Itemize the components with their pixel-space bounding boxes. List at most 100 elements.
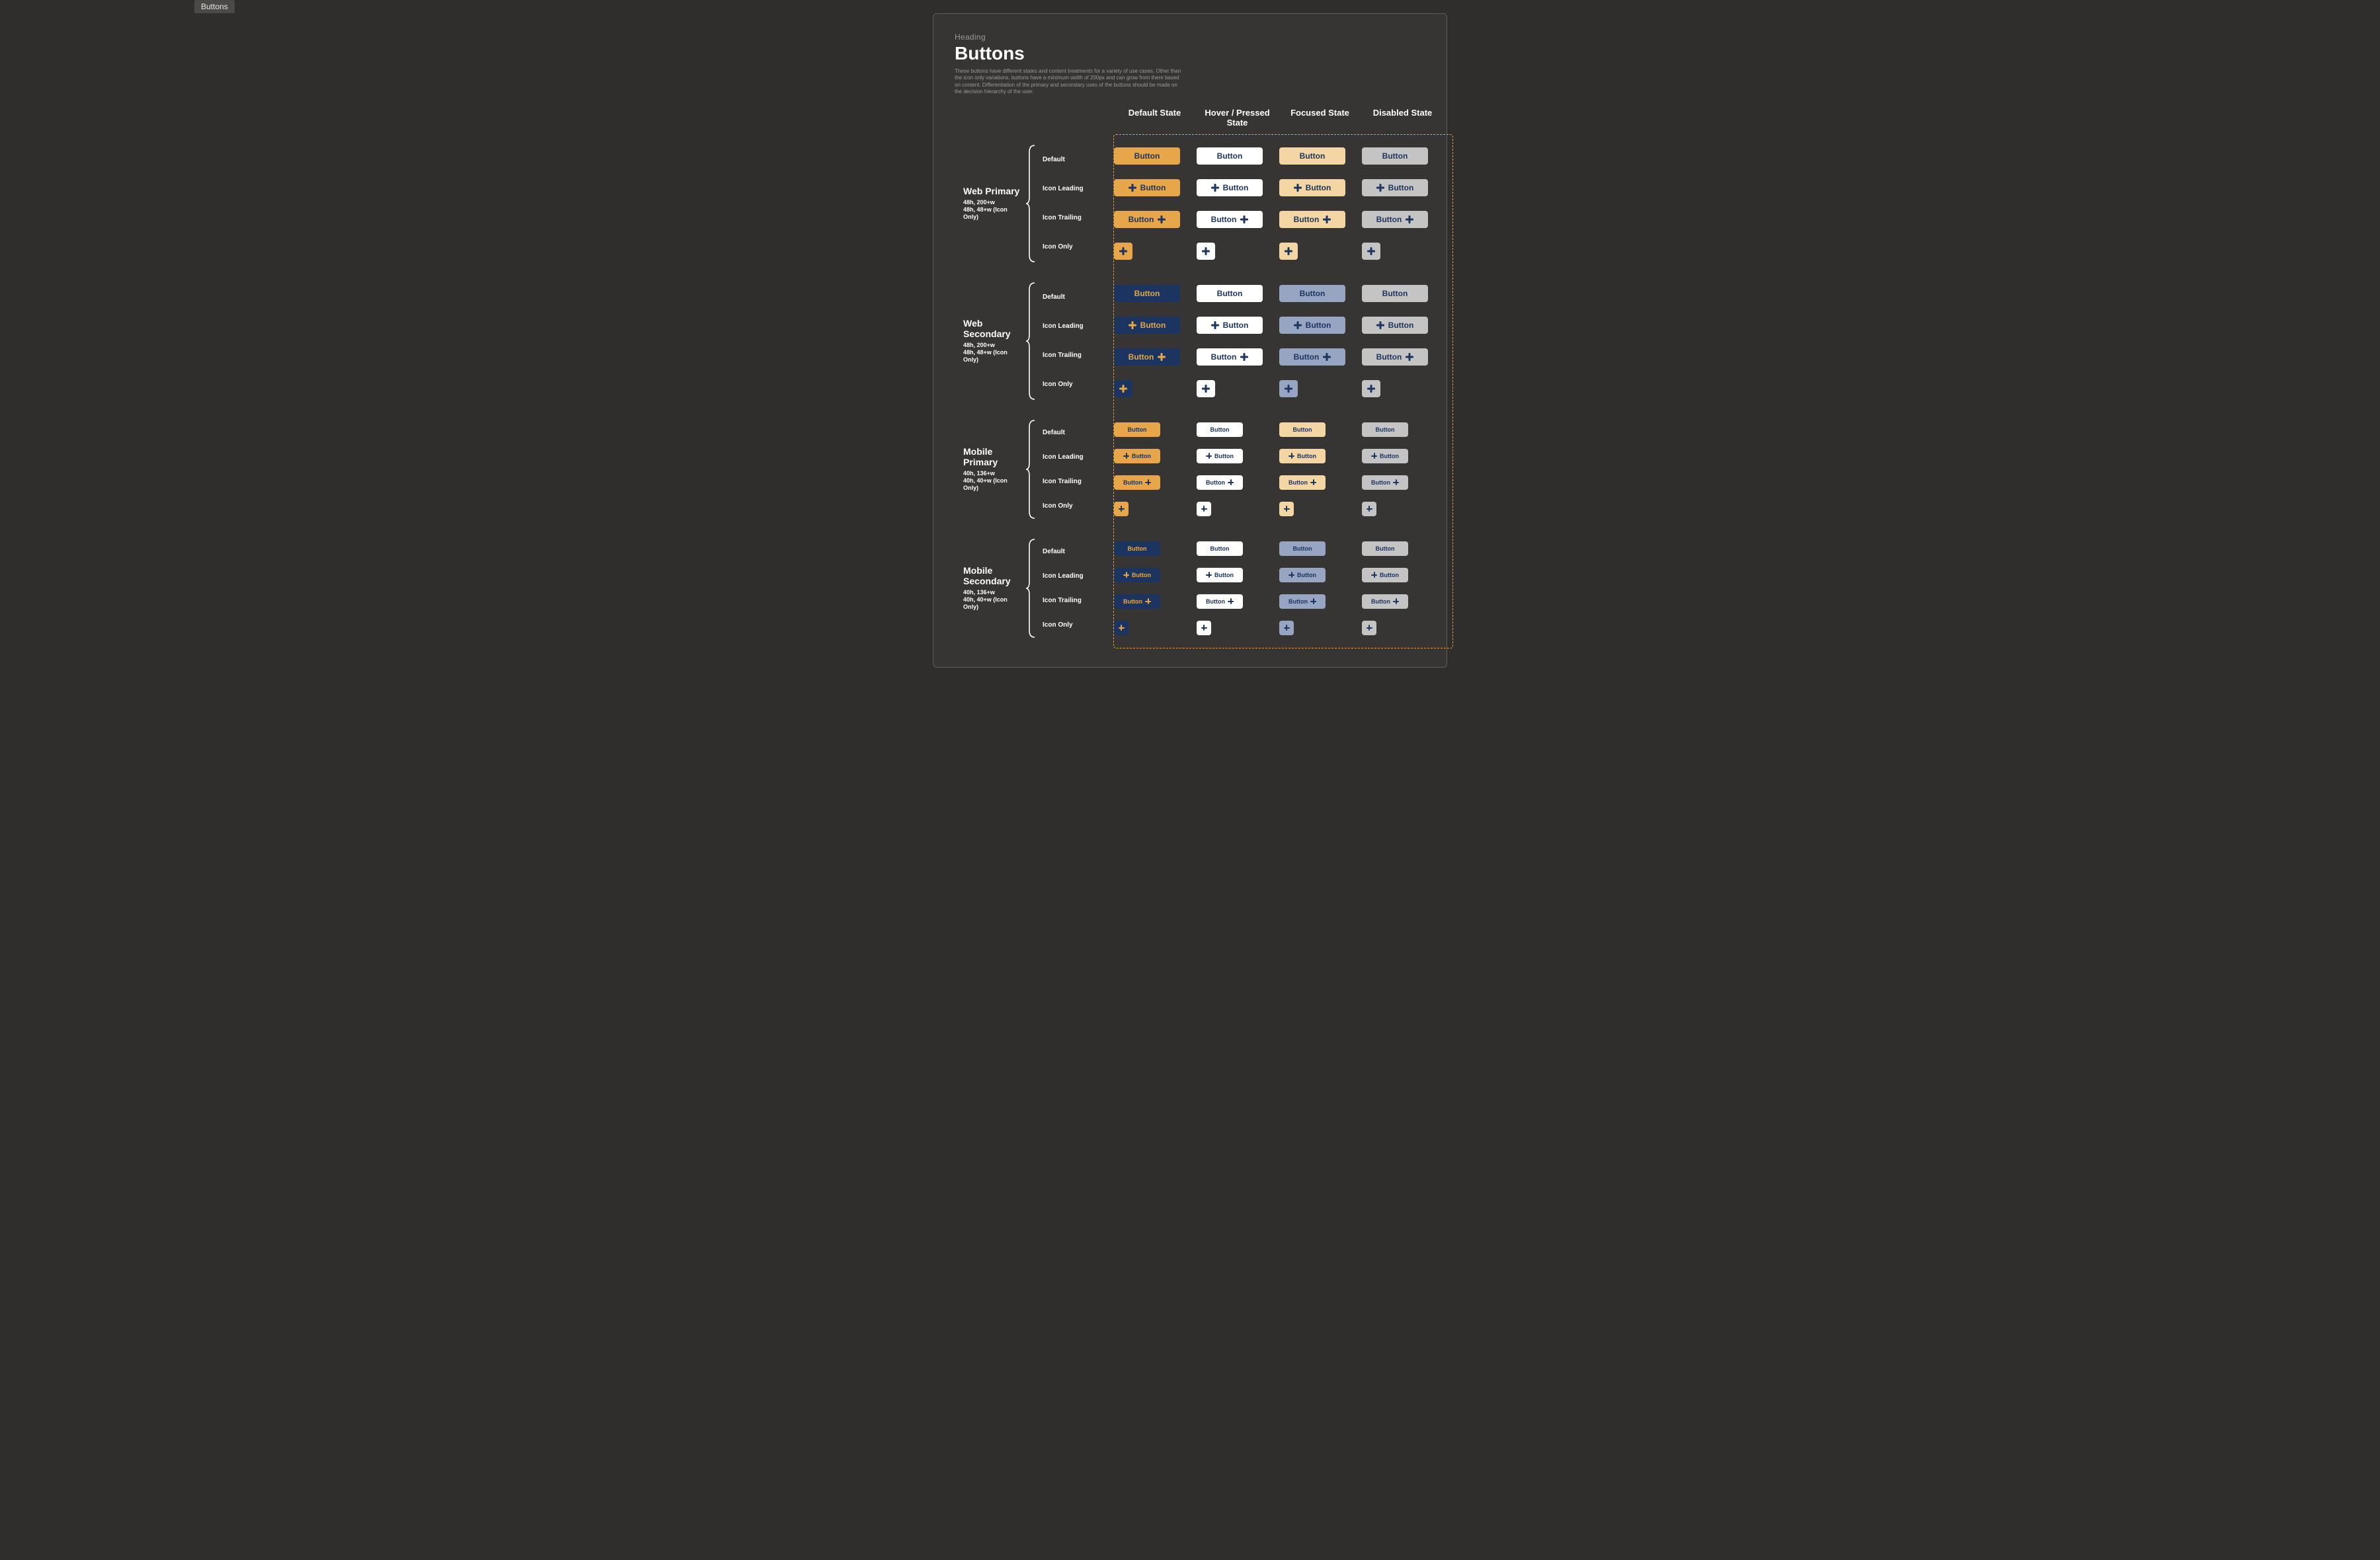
web-primary-icon-only-disabled-button[interactable] [1362, 243, 1380, 260]
web-primary-default-disabled-button[interactable]: Button [1362, 147, 1428, 165]
mobile-secondary-icon-trailing-hover-button[interactable]: Button [1197, 594, 1243, 609]
web-secondary-default-default-button[interactable]: Button [1114, 285, 1180, 302]
button-label: Button [1132, 453, 1151, 459]
web-primary-icon-only-default-button[interactable] [1114, 243, 1132, 260]
mobile-secondary-icon-trailing-disabled-button[interactable]: Button [1362, 594, 1408, 609]
mobile-secondary-default-hover-button[interactable]: Button [1197, 541, 1243, 556]
button-label: Button [1380, 453, 1399, 459]
plus-icon [1367, 247, 1375, 255]
plus-icon [1145, 479, 1151, 485]
mobile-secondary-icon-only-hover-button[interactable] [1197, 621, 1211, 635]
mobile-primary-icon-leading-focused-button[interactable]: Button [1279, 449, 1326, 463]
web-primary-icon-leading-focused-button[interactable]: Button [1279, 179, 1345, 196]
mobile-secondary-default-disabled-button[interactable]: Button [1362, 541, 1408, 556]
mobile-secondary-icon-only-disabled-button[interactable] [1362, 621, 1376, 635]
web-primary-default-hover-button[interactable]: Button [1197, 147, 1263, 165]
web-secondary-icon-trailing-disabled-button[interactable]: Button [1362, 348, 1428, 366]
section-label-web-secondary: Web Secondary 48h, 200+w48h, 48+w (Icon … [963, 282, 1043, 401]
mobile-secondary-icon-only-default-button[interactable] [1114, 621, 1129, 635]
web-secondary-default-disabled-button[interactable]: Button [1362, 285, 1428, 302]
button-label: Button [1294, 352, 1320, 362]
button-label: Button [1206, 479, 1225, 486]
section-mobile-primary: Mobile Primary 40h, 136+w40h, 40+w (Icon… [1122, 419, 1445, 520]
web-primary-default-default-button[interactable]: Button [1114, 147, 1180, 165]
web-primary-icon-only-focused-button[interactable] [1279, 243, 1298, 260]
mobile-secondary-icon-leading-focused-button[interactable]: Button [1279, 568, 1326, 582]
mobile-primary-icon-only-disabled-button[interactable] [1362, 502, 1376, 516]
web-primary-icon-trailing-hover-button[interactable]: Button [1197, 211, 1263, 228]
web-secondary-icon-leading-default-button[interactable]: Button [1114, 317, 1180, 334]
row-label-icon-only: Icon Only [1043, 381, 1110, 388]
mobile-primary-icon-trailing-focused-button[interactable]: Button [1279, 475, 1326, 490]
row-label-icon-trailing: Icon Trailing [1043, 597, 1110, 604]
web-primary-icon-trailing-disabled-button[interactable]: Button [1362, 211, 1428, 228]
button-label: Button [1223, 183, 1249, 192]
curly-bracket-icon [1025, 282, 1037, 401]
web-secondary-icon-only-default-button[interactable] [1114, 380, 1132, 397]
web-secondary-icon-leading-hover-button[interactable]: Button [1197, 317, 1263, 334]
plus-icon [1158, 353, 1166, 361]
mobile-primary-icon-trailing-disabled-button[interactable]: Button [1362, 475, 1408, 490]
web-secondary-icon-trailing-hover-button[interactable]: Button [1197, 348, 1263, 366]
mobile-primary-icon-only-hover-button[interactable] [1197, 502, 1211, 516]
button-label: Button [1210, 545, 1230, 552]
mobile-primary-default-focused-button[interactable]: Button [1279, 422, 1326, 437]
button-label: Button [1128, 426, 1147, 433]
mobile-secondary-icon-leading-default-button[interactable]: Button [1114, 568, 1160, 582]
plus-icon [1206, 572, 1212, 578]
mobile-secondary-default-default-button[interactable]: Button [1114, 541, 1160, 556]
mobile-secondary-icon-trailing-focused-button[interactable]: Button [1279, 594, 1326, 609]
button-label: Button [1210, 426, 1230, 433]
web-secondary-icon-trailing-default-button[interactable]: Button [1114, 348, 1180, 366]
mobile-secondary-icon-leading-hover-button[interactable]: Button [1197, 568, 1243, 582]
mobile-secondary-icon-trailing-default-button[interactable]: Button [1114, 594, 1160, 609]
mobile-primary-icon-leading-hover-button[interactable]: Button [1197, 449, 1243, 463]
mobile-primary-icon-only-focused-button[interactable] [1279, 502, 1294, 516]
plus-icon [1202, 385, 1210, 393]
button-label: Button [1123, 598, 1142, 605]
button-label: Button [1382, 151, 1408, 161]
web-secondary-icon-leading-focused-button[interactable]: Button [1279, 317, 1345, 334]
plus-icon [1289, 572, 1294, 578]
web-primary-icon-only-hover-button[interactable] [1197, 243, 1215, 260]
button-label: Button [1306, 183, 1331, 192]
mobile-primary-default-default-button[interactable]: Button [1114, 422, 1160, 437]
web-secondary-icon-trailing-focused-button[interactable]: Button [1279, 348, 1345, 366]
web-primary-icon-leading-hover-button[interactable]: Button [1197, 179, 1263, 196]
web-secondary-default-focused-button[interactable]: Button [1279, 285, 1345, 302]
mobile-primary-icon-trailing-default-button[interactable]: Button [1114, 475, 1160, 490]
plus-icon [1145, 598, 1151, 604]
web-primary-default-focused-button[interactable]: Button [1279, 147, 1345, 165]
web-secondary-icon-only-focused-button[interactable] [1279, 380, 1298, 397]
button-label: Button [1140, 321, 1166, 330]
web-primary-icon-trailing-default-button[interactable]: Button [1114, 211, 1180, 228]
mobile-primary-icon-only-default-button[interactable] [1114, 502, 1129, 516]
plus-icon [1323, 353, 1331, 361]
plus-icon [1376, 321, 1384, 329]
web-secondary-icon-only-hover-button[interactable] [1197, 380, 1215, 397]
section-meta: 40h, 136+w40h, 40+w (Icon Only) [963, 470, 1021, 492]
row-labels: DefaultIcon LeadingIcon TrailingIcon Onl… [1043, 282, 1114, 401]
mobile-primary-default-disabled-button[interactable]: Button [1362, 422, 1408, 437]
web-secondary-default-hover-button[interactable]: Button [1197, 285, 1263, 302]
web-secondary-icon-only-disabled-button[interactable] [1362, 380, 1380, 397]
button-label: Button [1140, 183, 1166, 192]
mobile-primary-default-hover-button[interactable]: Button [1197, 422, 1243, 437]
mobile-secondary-icon-leading-disabled-button[interactable]: Button [1362, 568, 1408, 582]
tab-buttons[interactable]: Buttons [194, 0, 235, 13]
mobile-primary-icon-leading-disabled-button[interactable]: Button [1362, 449, 1408, 463]
mobile-secondary-icon-only-focused-button[interactable] [1279, 621, 1294, 635]
plus-icon [1393, 479, 1399, 485]
row-label-icon-trailing: Icon Trailing [1043, 352, 1110, 359]
plus-icon [1367, 506, 1372, 512]
web-primary-icon-leading-default-button[interactable]: Button [1114, 179, 1180, 196]
row-label-icon-only: Icon Only [1043, 243, 1110, 251]
web-primary-icon-leading-disabled-button[interactable]: Button [1362, 179, 1428, 196]
web-primary-icon-trailing-focused-button[interactable]: Button [1279, 211, 1345, 228]
mobile-primary-icon-leading-default-button[interactable]: Button [1114, 449, 1160, 463]
mobile-primary-icon-trailing-hover-button[interactable]: Button [1197, 475, 1243, 490]
row-labels: DefaultIcon LeadingIcon TrailingIcon Onl… [1043, 538, 1114, 639]
row-labels: DefaultIcon LeadingIcon TrailingIcon Onl… [1043, 419, 1114, 520]
mobile-secondary-default-focused-button[interactable]: Button [1279, 541, 1326, 556]
web-secondary-icon-leading-disabled-button[interactable]: Button [1362, 317, 1428, 334]
